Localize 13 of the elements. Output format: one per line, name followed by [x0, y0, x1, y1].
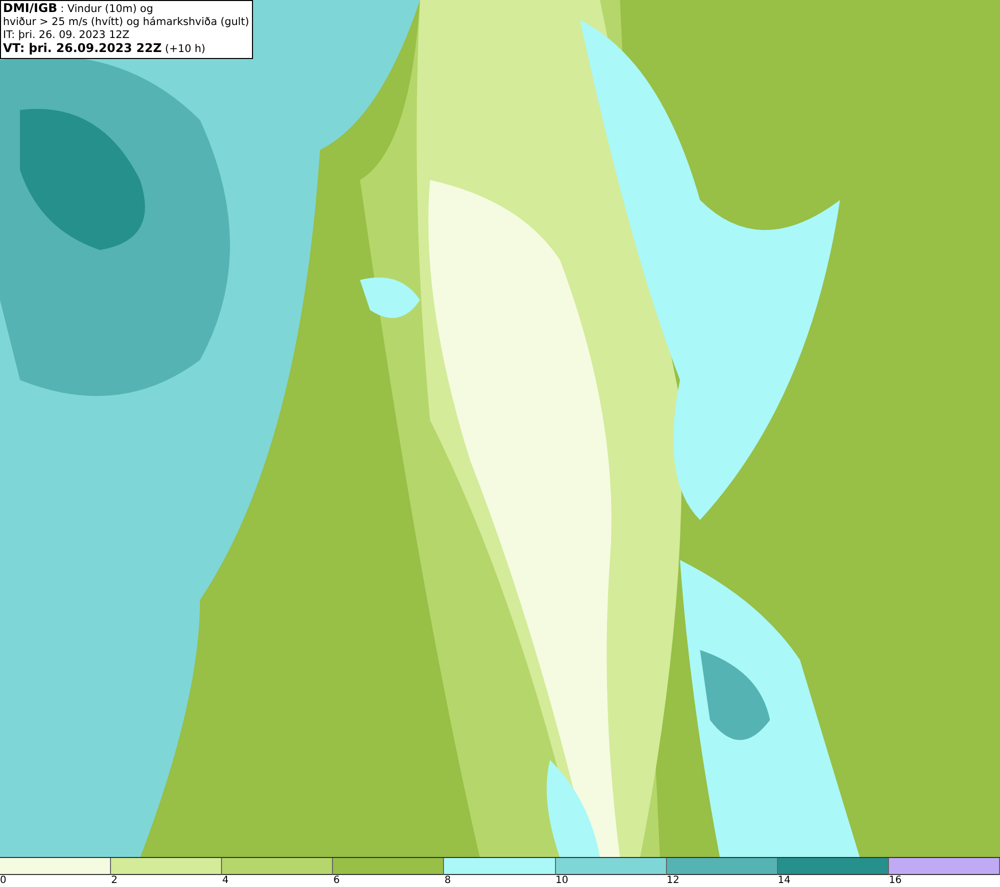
title-text: DMI/IGB : Vindur (10m) og — [3, 2, 154, 16]
legend-label: 8 — [444, 875, 451, 886]
legend-label: 10 — [556, 875, 568, 886]
legend-label: 12 — [666, 875, 680, 886]
legend-label: 2 — [111, 875, 118, 886]
legend-label: 14 — [778, 875, 790, 886]
legend-label: 4 — [222, 875, 229, 886]
title-text: hviður > 25 m/s (hvítt) og hámarkshviða (gult) — [3, 16, 250, 29]
legend-label: 0 — [0, 875, 6, 886]
title-text: VT: þri. 26.09.2023 22Z (+10 h) — [3, 42, 206, 56]
legend-label: 16 — [888, 875, 902, 886]
title-text: IT: þri. 26. 09. 2023 12Z — [3, 29, 130, 42]
legend-label: 6 — [333, 875, 340, 886]
